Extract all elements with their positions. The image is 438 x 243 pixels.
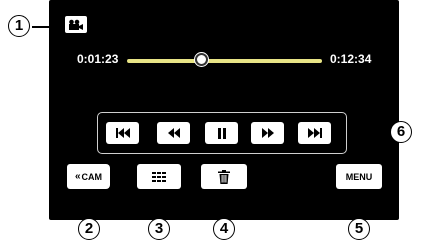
cam-button-label: CAM	[81, 171, 103, 182]
callout-1: 1	[8, 15, 30, 37]
progress-knob[interactable]	[194, 53, 208, 66]
index-screen-button[interactable]	[137, 164, 181, 189]
callout-4-leader	[224, 189, 226, 219]
callout-2-leader	[88, 189, 90, 219]
fast-forward-icon	[261, 128, 274, 138]
progress-track[interactable]	[127, 59, 322, 63]
pause-icon	[217, 127, 226, 139]
callout-3: 3	[148, 218, 170, 240]
skip-forward-button[interactable]	[298, 122, 331, 144]
skip-to-start-icon	[115, 128, 130, 138]
fast-forward-button[interactable]	[251, 122, 284, 144]
menu-button[interactable]: MENU	[336, 164, 382, 189]
trash-icon	[218, 169, 230, 184]
video-mode-icon	[65, 16, 87, 33]
thumbnail-grid-icon	[152, 171, 166, 182]
elapsed-time: 0:01:23	[77, 52, 119, 66]
pause-button[interactable]	[205, 122, 238, 144]
delete-button[interactable]	[201, 164, 247, 189]
callout-1-leader	[32, 26, 65, 28]
skip-back-button[interactable]	[106, 122, 139, 144]
callout-5-leader	[359, 189, 361, 219]
callout-6: 6	[390, 121, 412, 143]
callout-6-leader	[347, 132, 390, 134]
rewind-button[interactable]	[157, 122, 190, 144]
chevron-left-double-icon: «	[74, 171, 81, 182]
menu-button-label: MENU	[345, 171, 373, 182]
callout-5: 5	[348, 218, 370, 240]
skip-to-end-icon	[307, 128, 322, 138]
callout-2: 2	[78, 218, 100, 240]
cam-back-button[interactable]: « CAM	[67, 164, 110, 189]
total-time: 0:12:34	[330, 52, 372, 66]
callout-3-leader	[159, 189, 161, 219]
callout-4: 4	[213, 218, 235, 240]
rewind-icon	[167, 128, 180, 138]
